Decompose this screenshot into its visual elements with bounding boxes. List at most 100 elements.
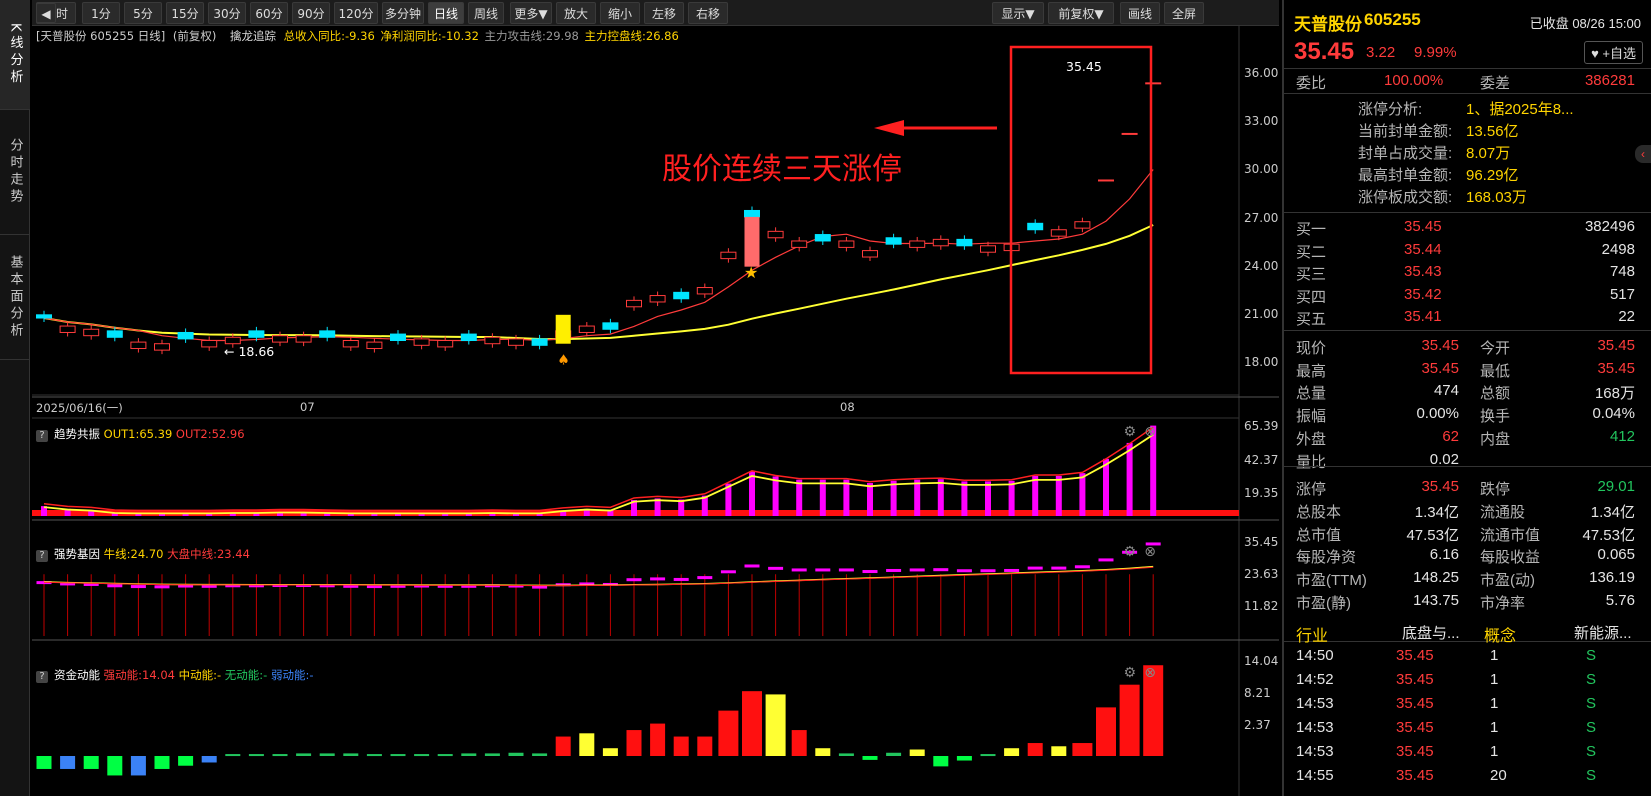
panel1-out1: OUT1:65.39 [103, 427, 173, 441]
candle [862, 246, 878, 262]
tab-k-line[interactable]: K线分析 [0, 0, 30, 110]
panel1-out2: OUT2:52.96 [175, 427, 245, 441]
toolbar-5[interactable]: 60分 [250, 2, 288, 24]
candle [83, 325, 100, 340]
help-icon[interactable]: ? [36, 430, 48, 442]
candle [154, 339, 170, 355]
buy-row[interactable]: 买四 35.42 517 [1284, 284, 1651, 308]
panel1-close-icon[interactable]: ⊗ [1144, 424, 1156, 440]
stat-label: 最高 [1296, 362, 1327, 380]
candle [626, 296, 642, 311]
p3-bar [956, 756, 972, 761]
stat-value: 412 [1609, 427, 1635, 445]
stat-value: 474 [1433, 382, 1459, 400]
adjust-label: (前复权) [172, 29, 217, 43]
toolbar-2[interactable]: 5分 [124, 2, 162, 24]
stat-value: 35.45 [1421, 478, 1459, 496]
buy-volume: 517 [1609, 285, 1635, 303]
buy-row[interactable]: 买二 35.44 2498 [1284, 239, 1651, 263]
toolbar-12[interactable]: 放大 [556, 2, 596, 24]
toolbar-11[interactable]: 更多▼ [510, 2, 552, 24]
divider [1284, 466, 1651, 467]
p2-bar [107, 584, 123, 588]
x-label-jul: 07 [300, 400, 315, 414]
p3-bar [319, 753, 335, 756]
stat-row: 总量 474 总额 168万 [1284, 380, 1651, 404]
p2-bar [838, 568, 854, 572]
stat-label: 总量 [1296, 385, 1327, 403]
stat-value: 0.02 [1429, 450, 1459, 468]
toolbar-9[interactable]: 日线 [428, 2, 464, 24]
p3-y-tick: 14.04 [1244, 654, 1279, 668]
p3-bar [201, 756, 217, 763]
p3-bar [508, 752, 524, 756]
panel3-title: ? 资金动能 强动能:14.04 中动能:- 无动能:- 弱动能:- [36, 667, 314, 683]
panel2-name: 强势基因 [54, 547, 100, 561]
p3-bar [718, 710, 739, 756]
tab-timeshare[interactable]: 分时走势 [0, 110, 30, 235]
p3-bar [532, 753, 548, 756]
tick-price: 35.45 [1396, 719, 1434, 736]
panel3-close-icon[interactable]: ⊗ [1144, 665, 1156, 681]
toolbar-1[interactable]: 1分 [82, 2, 120, 24]
p3-bar [886, 752, 902, 756]
tick-side: S [1586, 695, 1597, 712]
toolbar-15[interactable]: 右移 [688, 2, 728, 24]
help-icon[interactable]: ? [36, 550, 48, 562]
panel2-close-icon[interactable]: ⊗ [1144, 544, 1156, 560]
wb-label: 委比 [1296, 75, 1327, 92]
panel3-settings-icon[interactable]: ⚙ [1123, 665, 1136, 681]
p3-bar [1119, 684, 1140, 756]
concept-value[interactable]: 新能源... [1574, 622, 1632, 643]
p3-bar [1051, 746, 1067, 756]
panel1-settings-icon[interactable]: ⚙ [1123, 424, 1136, 440]
candle [177, 328, 194, 343]
stat-value: 0.065 [1597, 546, 1635, 564]
panel2-title: ? 强势基因 牛线:24.70 大盘中线:23.44 [36, 546, 250, 562]
toolbar-3[interactable]: 15分 [166, 2, 204, 24]
toolbar-7[interactable]: 120分 [334, 2, 378, 24]
indicator-name[interactable]: 擒龙追踪 [230, 29, 276, 43]
candle [578, 322, 595, 337]
chart-area[interactable]: ★ ♠ [天普股份 605255 日线] (前复权) 擒龙追踪 总收入同比:-9.… [32, 26, 1279, 796]
back-button[interactable]: ◀ [36, 3, 56, 23]
toolbar-16[interactable]: 显示▼ [992, 2, 1044, 24]
toolbar-8[interactable]: 多分钟 [382, 2, 424, 24]
last-price: 35.45 [1294, 38, 1355, 65]
p2-bar [768, 566, 784, 570]
stock-title: [天普股份 605255 日线] [36, 29, 166, 43]
candle [1098, 179, 1114, 182]
p3-bar [36, 756, 52, 769]
toolbar-10[interactable]: 周线 [468, 2, 504, 24]
stat-label: 现价 [1296, 340, 1327, 357]
buy-row[interactable]: 买三 35.43 748 [1284, 261, 1651, 285]
buy-volume: 22 [1618, 308, 1635, 325]
buy-price: 35.45 [1404, 218, 1442, 235]
panel3-none: 无动能:- [224, 668, 268, 682]
toolbar-19[interactable]: 全屏 [1164, 2, 1204, 24]
buy-row[interactable]: 买五 35.41 22 [1284, 306, 1651, 330]
p2-bar [1051, 566, 1067, 570]
tick-time: 14:52 [1296, 671, 1334, 688]
industry-value[interactable]: 底盘与... [1402, 622, 1460, 643]
toolbar-14[interactable]: 左移 [644, 2, 684, 24]
sidebar-collapse-icon[interactable]: ‹ [1635, 145, 1651, 163]
toolbar-13[interactable]: 缩小 [600, 2, 640, 24]
p1-bar [890, 480, 897, 516]
stat-value: 35.45 [1597, 337, 1635, 354]
toolbar-6[interactable]: 90分 [292, 2, 330, 24]
limit-key: 涨停分析: [1358, 101, 1423, 118]
add-favorite-button[interactable]: ♥ +自选 [1584, 41, 1643, 64]
tick-time: 14:55 [1296, 767, 1334, 784]
panel2-settings-icon[interactable]: ⚙ [1123, 544, 1136, 560]
stock-name: 天普股份 [1294, 15, 1362, 34]
tab-fundamental[interactable]: 基本面分析 [0, 235, 30, 360]
toolbar-18[interactable]: 画线 [1120, 2, 1160, 24]
limit-row: 当前封单金额: 13.56亿 [1284, 118, 1651, 142]
toolbar-4[interactable]: 30分 [208, 2, 246, 24]
buy-row[interactable]: 买一 35.45 382496 [1284, 216, 1651, 240]
toolbar-17[interactable]: 前复权▼ [1048, 2, 1114, 24]
help-icon[interactable]: ? [36, 671, 48, 683]
p3-y-tick: 8.21 [1244, 686, 1271, 700]
p2-bar [697, 576, 713, 580]
